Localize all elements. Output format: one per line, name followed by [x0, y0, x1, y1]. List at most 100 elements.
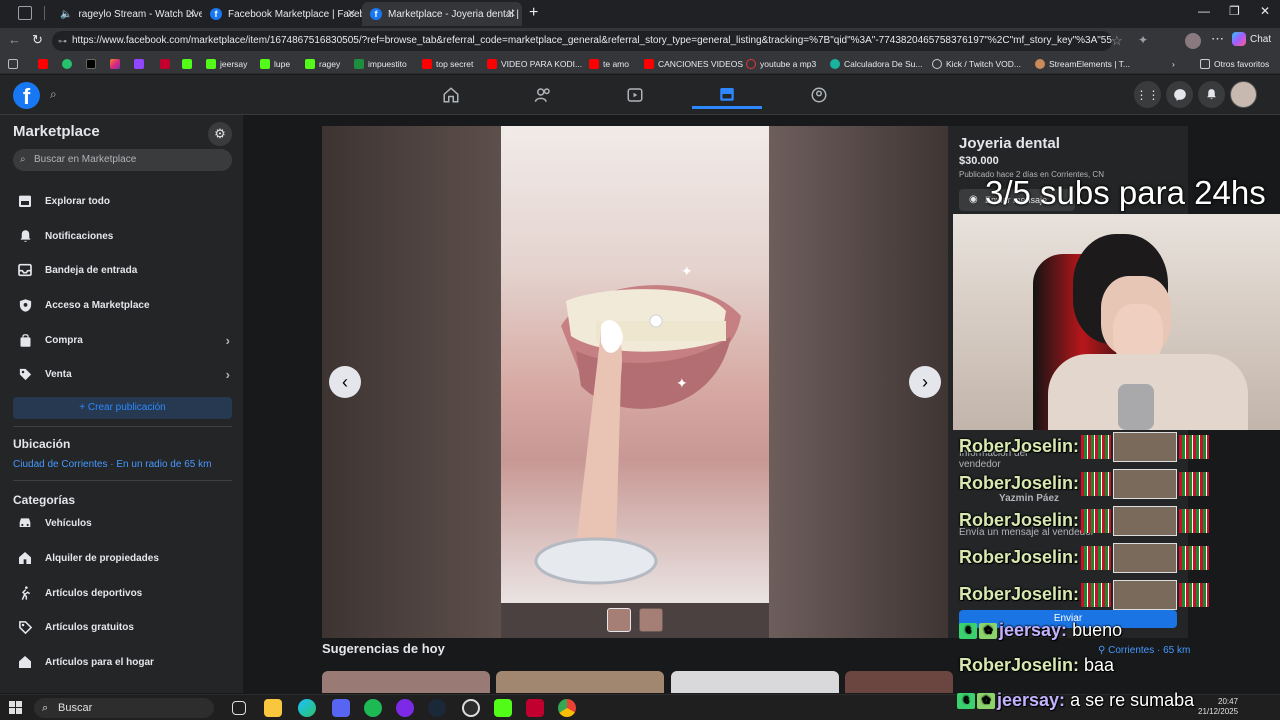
menu-dots-icon[interactable]: ⋯: [1211, 31, 1224, 47]
spotify-icon[interactable]: [364, 699, 382, 717]
chat-message: RoberJoselin:: [959, 580, 1210, 610]
menu-grid-button[interactable]: ⋮⋮: [1134, 81, 1161, 108]
photo-thumbnail-1[interactable]: [607, 608, 631, 632]
bookmark-te-amo[interactable]: te amo: [589, 57, 629, 71]
category-deportivos[interactable]: Artículos deportivos: [13, 579, 232, 607]
bookmark-video-kodi[interactable]: VIDEO PARA KODI...: [487, 57, 582, 71]
bookmark-jeersay[interactable]: jeersay: [206, 57, 247, 71]
friends-icon: [534, 88, 550, 102]
start-icon[interactable]: [9, 701, 22, 714]
bookmark-twitch[interactable]: [134, 57, 144, 71]
reload-icon[interactable]: ↻: [32, 32, 43, 48]
bookmark-lupe[interactable]: lupe: [260, 57, 290, 71]
restore-icon[interactable]: ❐: [1229, 4, 1240, 18]
nav-home[interactable]: [416, 81, 486, 109]
task-view-icon[interactable]: [232, 701, 246, 715]
sidebar-item-notificaciones[interactable]: Notificaciones: [13, 222, 232, 250]
suggestion-card[interactable]: [322, 671, 490, 693]
sidebar-item-bandeja[interactable]: Bandeja de entrada: [13, 256, 232, 284]
bookmark-kick-twitch-vod[interactable]: Kick / Twitch VOD...: [932, 57, 1021, 71]
sidebar-item-explorar[interactable]: Explorar todo: [13, 187, 232, 215]
bookmark-kick[interactable]: [182, 57, 192, 71]
canva-icon[interactable]: [396, 699, 414, 717]
bookmark-youtube-mp3[interactable]: youtube a mp3: [746, 57, 816, 71]
tab-actions-icon[interactable]: [18, 6, 32, 20]
inbox-icon: [13, 258, 37, 282]
settings-button[interactable]: ⚙: [208, 122, 232, 146]
category-alquiler[interactable]: Alquiler de propiedades: [13, 544, 232, 572]
emote-icon: [1179, 546, 1210, 570]
listing-photo-viewer: ✦ ✦ ‹ ›: [322, 126, 948, 638]
edge-icon[interactable]: [298, 699, 316, 717]
close-icon[interactable]: ✕: [507, 7, 516, 20]
back-icon[interactable]: ←: [8, 32, 21, 47]
star-icon[interactable]: ☆: [1111, 33, 1123, 49]
category-hogar[interactable]: Artículos para el hogar: [13, 648, 232, 676]
sidebar-item-acceso[interactable]: Acceso a Marketplace: [13, 291, 232, 319]
house-key-icon: [13, 546, 37, 570]
facebook-logo[interactable]: f: [13, 82, 40, 109]
emote-icon: [1081, 546, 1112, 570]
bookmark-youtube[interactable]: [38, 57, 48, 71]
site-info-icon[interactable]: ⊶: [58, 31, 67, 51]
discord-icon[interactable]: [332, 699, 350, 717]
kick-icon[interactable]: [494, 699, 512, 717]
nav-watch[interactable]: [600, 81, 670, 109]
close-icon[interactable]: ✕: [187, 7, 196, 20]
notifications-button[interactable]: [1198, 81, 1225, 108]
category-gratuitos[interactable]: Artículos gratuitos: [13, 613, 232, 641]
search-icon[interactable]: ⌕: [50, 87, 57, 102]
profile-avatar[interactable]: [1185, 33, 1201, 49]
chat-button[interactable]: Chat: [1232, 32, 1271, 46]
account-avatar[interactable]: [1230, 81, 1257, 108]
sidebar-item-venta[interactable]: Venta ›: [13, 360, 232, 388]
chat-username: RoberJoselin:: [959, 435, 1080, 456]
tab-title: Marketplace - Joyeria dental | Face: [388, 8, 522, 20]
file-explorer-icon[interactable]: [264, 699, 282, 717]
previous-photo-button[interactable]: ‹: [329, 366, 361, 398]
bookmark-ragey[interactable]: ragey: [305, 57, 340, 71]
sidebar-item-compra[interactable]: Compra ›: [13, 326, 232, 354]
steam-icon[interactable]: [428, 699, 446, 717]
taskbar-clock[interactable]: 20:47 21/12/2025: [1198, 697, 1238, 717]
url-input[interactable]: ⊶ https://www.facebook.com/marketplace/i…: [52, 31, 1112, 51]
next-photo-button[interactable]: ›: [909, 366, 941, 398]
bookmark-top-secret[interactable]: top secret: [422, 57, 473, 71]
bookmark-calculadora[interactable]: Calculadora De Su...: [830, 57, 922, 71]
tab-listing[interactable]: f Marketplace - Joyeria dental | Face ✕: [362, 2, 522, 26]
marketplace-search-input[interactable]: ⌕ Buscar en Marketplace: [13, 149, 232, 171]
location-link[interactable]: Ciudad de Corrientes · En un radio de 65…: [13, 459, 211, 470]
window-close-icon[interactable]: ✕: [1260, 4, 1270, 18]
nav-marketplace[interactable]: [692, 81, 762, 109]
other-favorites[interactable]: Otros favoritos: [1200, 57, 1269, 71]
suggestion-card[interactable]: [671, 671, 839, 693]
tab-stream[interactable]: 🔈 rageylo Stream - Watch Live o ✕: [52, 2, 202, 26]
bookmark-impuestito[interactable]: impuestito: [354, 57, 407, 71]
minimize-icon[interactable]: —: [1198, 4, 1210, 18]
bookmark-instagram[interactable]: [110, 57, 120, 71]
suggestion-card[interactable]: [496, 671, 664, 693]
new-tab-icon[interactable]: +: [529, 4, 538, 22]
bookmarks-overflow-icon[interactable]: ›: [1172, 57, 1175, 71]
bookmark-streamelements[interactable]: StreamElements | T...: [1035, 57, 1130, 71]
suggestion-card[interactable]: [845, 671, 953, 693]
messenger-button[interactable]: [1166, 81, 1193, 108]
stream-chat-overlay: RoberJoselin: RoberJoselin: RoberJoselin…: [955, 430, 1280, 692]
bookmark-red[interactable]: [160, 57, 170, 71]
taskbar-search[interactable]: ⌕ Buscar: [34, 698, 214, 718]
bookmark-reading-icon[interactable]: [8, 57, 18, 71]
create-listing-button[interactable]: + Crear publicación: [13, 397, 232, 419]
tab-marketplace[interactable]: f Facebook Marketplace | Facebook ✕: [202, 2, 362, 26]
nav-groups[interactable]: [784, 81, 854, 109]
bookmark-x[interactable]: [86, 57, 96, 71]
nav-friends[interactable]: [508, 81, 578, 109]
photo-thumbnail-2[interactable]: [639, 608, 663, 632]
close-icon[interactable]: ✕: [347, 7, 356, 20]
obs-icon[interactable]: [462, 699, 480, 717]
extensions-icon[interactable]: ✦: [1138, 33, 1148, 47]
app-icon[interactable]: [526, 699, 544, 717]
category-vehiculos[interactable]: Vehículos: [13, 509, 232, 537]
chrome-icon[interactable]: [558, 699, 576, 717]
bookmark-green[interactable]: [62, 57, 72, 71]
bookmark-canciones-videos[interactable]: CANCIONES VIDEOS: [644, 57, 743, 71]
